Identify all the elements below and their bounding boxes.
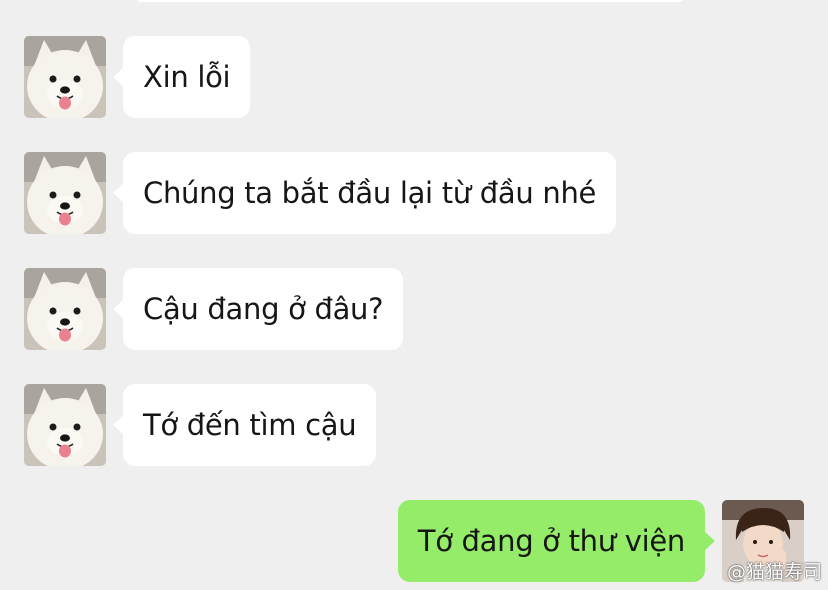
contact-avatar[interactable]	[24, 384, 106, 466]
contact-avatar[interactable]	[24, 36, 106, 118]
message-row-incoming: Tớ đến tìm cậu	[24, 384, 377, 466]
message-text: Chúng ta bắt đầu lại từ đầu nhé	[143, 176, 597, 210]
samoyed-dog-icon	[24, 152, 106, 234]
samoyed-dog-icon	[24, 36, 106, 118]
message-text: Tớ đang ở thư viện	[417, 524, 686, 558]
message-bubble[interactable]: Cậu đang ở đâu?	[112, 268, 404, 350]
message-text: Tớ đến tìm cậu	[143, 408, 357, 442]
previous-message-bubble-edge	[134, 0, 686, 2]
contact-avatar[interactable]	[24, 152, 106, 234]
message-row-incoming: Chúng ta bắt đầu lại từ đầu nhé	[24, 152, 617, 234]
message-row-incoming: Cậu đang ở đâu?	[24, 268, 404, 350]
message-bubble[interactable]: Chúng ta bắt đầu lại từ đầu nhé	[112, 152, 617, 234]
samoyed-dog-icon	[24, 384, 106, 466]
message-text: Cậu đang ở đâu?	[143, 292, 384, 326]
message-row-incoming: Xin lỗi	[24, 36, 251, 118]
message-bubble[interactable]: Tớ đang ở thư viện	[397, 500, 716, 582]
message-text: Xin lỗi	[143, 60, 231, 94]
message-bubble[interactable]: Tớ đến tìm cậu	[112, 384, 377, 466]
watermark: @猫猫寿司	[726, 561, 822, 583]
samoyed-dog-icon	[24, 268, 106, 350]
message-bubble[interactable]: Xin lỗi	[112, 36, 251, 118]
contact-avatar[interactable]	[24, 268, 106, 350]
